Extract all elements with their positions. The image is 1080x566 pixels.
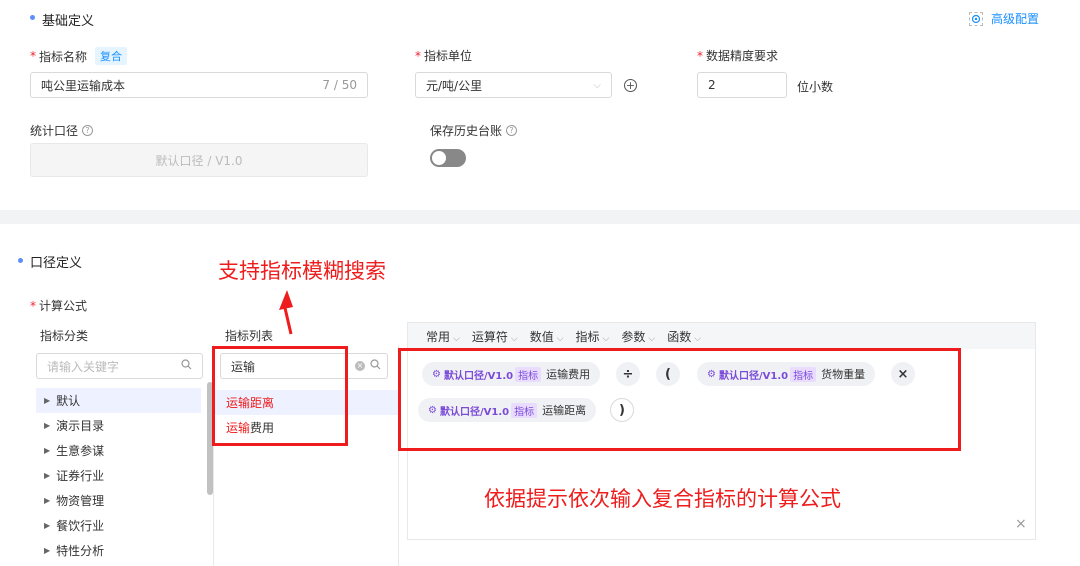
annotation-search-note: 支持指标模糊搜索 bbox=[218, 259, 386, 283]
category-item[interactable]: ▶ 物资管理 bbox=[36, 488, 201, 513]
name-label-row: * 指标名称 复合 bbox=[30, 47, 128, 65]
chevron-down-icon: ⌵ bbox=[694, 333, 702, 344]
history-toggle[interactable] bbox=[430, 149, 466, 167]
gear-icon bbox=[969, 11, 983, 26]
toolbar-function[interactable]: 函数 ⌵ bbox=[667, 328, 701, 345]
toolbar-label: 参数 bbox=[621, 329, 646, 344]
annotation-formula-note: 依据提示依次输入复合指标的计算公式 bbox=[484, 487, 841, 511]
required-mark: * bbox=[30, 49, 36, 63]
toolbar-label: 函数 bbox=[667, 329, 692, 344]
required-mark: * bbox=[415, 49, 421, 63]
help-icon: ? bbox=[82, 125, 94, 136]
list-search-actions: × bbox=[355, 359, 381, 373]
toolbar-common[interactable]: 常用 ⌵ bbox=[426, 328, 460, 345]
precision-label-row: * 数据精度要求 bbox=[697, 47, 778, 64]
name-input[interactable]: 吨公里运输成本 7 / 50 bbox=[30, 72, 368, 98]
toolbar-metric[interactable]: 指标 ⌵ bbox=[576, 328, 610, 345]
clear-icon[interactable]: × bbox=[355, 361, 365, 371]
close-icon[interactable]: × bbox=[1015, 516, 1027, 532]
category-item-label: 演示目录 bbox=[56, 419, 105, 433]
category-item[interactable]: ▶ 默认 bbox=[36, 388, 201, 413]
formula-label: 计算公式 bbox=[39, 299, 88, 313]
advanced-config-label: 高级配置 bbox=[991, 12, 1040, 26]
category-item[interactable]: ▶ 演示目录 bbox=[36, 413, 201, 438]
precision-suffix: 位小数 bbox=[797, 80, 834, 94]
compound-tag: 复合 bbox=[95, 47, 128, 65]
precision-input-value: 2 bbox=[708, 78, 716, 92]
caliber-section-title: 口径定义 bbox=[30, 256, 83, 271]
category-item-label: 物资管理 bbox=[56, 494, 105, 508]
section-divider bbox=[0, 210, 1080, 224]
toolbar-number[interactable]: 数值 ⌵ bbox=[530, 328, 564, 345]
category-item-label: 餐饮行业 bbox=[56, 519, 105, 533]
category-item[interactable]: ▶ 餐饮行业 bbox=[36, 513, 201, 538]
chevron-down-icon: ⌵ bbox=[510, 333, 518, 344]
toolbar-operator[interactable]: 运算符 ⌵ bbox=[472, 328, 518, 345]
caliber-field-value: 默认口径 / V1.0 bbox=[155, 153, 243, 168]
name-char-count: 7 / 50 bbox=[322, 78, 357, 92]
caliber-label: 统计口径 bbox=[30, 124, 79, 138]
category-search-input[interactable]: 请输入关键字 bbox=[36, 353, 203, 379]
advanced-config-button[interactable]: 高级配置 bbox=[969, 10, 1039, 27]
caret-right-icon: ▶ bbox=[44, 446, 51, 455]
history-label: 保存历史台账 bbox=[430, 124, 503, 138]
formula-label-row: * 计算公式 bbox=[30, 297, 87, 314]
name-input-value: 吨公里运输成本 bbox=[41, 78, 126, 93]
category-item[interactable]: ▶ 生意参谋 bbox=[36, 438, 201, 463]
toggle-knob bbox=[432, 151, 446, 165]
category-item-label: 默认 bbox=[56, 394, 81, 408]
formula-toolbar: 常用 ⌵ 运算符 ⌵ 数值 ⌵ 指标 ⌵ 参数 ⌵ 函数 ⌵ bbox=[408, 323, 1035, 349]
toolbar-label: 数值 bbox=[529, 329, 554, 344]
caret-right-icon: ▶ bbox=[44, 396, 51, 405]
name-label: 指标名称 bbox=[39, 49, 88, 64]
caret-right-icon: ▶ bbox=[44, 521, 51, 530]
help-icon: ? bbox=[506, 125, 518, 136]
category-list: ▶ 默认 ▶ 演示目录 ▶ 生意参谋 ▶ 证券行业 ▶ 物资管理 ▶ 餐饮行业 ▶ 特性分析 bbox=[36, 388, 201, 563]
basic-section-title: 基础定义 bbox=[42, 14, 95, 29]
annotation-formula-box bbox=[398, 348, 961, 451]
category-item[interactable]: ▶ 证券行业 bbox=[36, 463, 201, 488]
chevron-down-icon: ⌵ bbox=[556, 333, 564, 344]
category-item-label: 证券行业 bbox=[56, 469, 105, 483]
category-item-label: 生意参谋 bbox=[56, 444, 105, 458]
annotation-arrow bbox=[279, 290, 293, 335]
toolbar-label: 指标 bbox=[575, 329, 600, 344]
section-dot bbox=[30, 15, 35, 20]
required-mark: * bbox=[30, 299, 36, 313]
unit-select-value: 元/吨/公里 bbox=[426, 78, 483, 93]
search-icon bbox=[370, 359, 381, 373]
caret-right-icon: ▶ bbox=[44, 471, 51, 480]
unit-label: 指标单位 bbox=[424, 49, 473, 63]
chevron-down-icon: ⌵ bbox=[602, 333, 610, 344]
list-header: 指标列表 bbox=[225, 329, 274, 343]
section-dot bbox=[18, 258, 23, 263]
required-mark: * bbox=[697, 49, 703, 63]
annotation-search-box bbox=[212, 346, 348, 446]
add-circle-icon[interactable]: + bbox=[624, 79, 637, 92]
precision-input[interactable]: 2 bbox=[697, 72, 787, 98]
toolbar-param[interactable]: 参数 ⌵ bbox=[621, 328, 655, 345]
caliber-label-row: 统计口径 ? bbox=[30, 122, 94, 139]
precision-label: 数据精度要求 bbox=[706, 49, 779, 63]
caret-right-icon: ▶ bbox=[44, 496, 51, 505]
unit-label-row: * 指标单位 bbox=[415, 47, 472, 64]
toolbar-label: 运算符 bbox=[471, 329, 508, 344]
caret-right-icon: ▶ bbox=[44, 546, 51, 555]
category-search-placeholder: 请输入关键字 bbox=[47, 359, 120, 374]
chevron-down-icon: ⌵ bbox=[453, 333, 460, 344]
unit-select[interactable]: 元/吨/公里 ⌵ bbox=[415, 72, 612, 98]
search-icon bbox=[181, 359, 192, 373]
chevron-down-icon: ⌵ bbox=[593, 79, 601, 91]
category-item[interactable]: ▶ 特性分析 bbox=[36, 538, 201, 563]
history-label-row: 保存历史台账 ? bbox=[430, 122, 518, 139]
caliber-field: 默认口径 / V1.0 bbox=[30, 143, 368, 177]
category-header: 指标分类 bbox=[40, 329, 89, 343]
toolbar-label: 常用 bbox=[426, 329, 451, 344]
chevron-down-icon: ⌵ bbox=[648, 333, 656, 344]
caret-right-icon: ▶ bbox=[44, 421, 51, 430]
category-item-label: 特性分析 bbox=[56, 544, 105, 558]
